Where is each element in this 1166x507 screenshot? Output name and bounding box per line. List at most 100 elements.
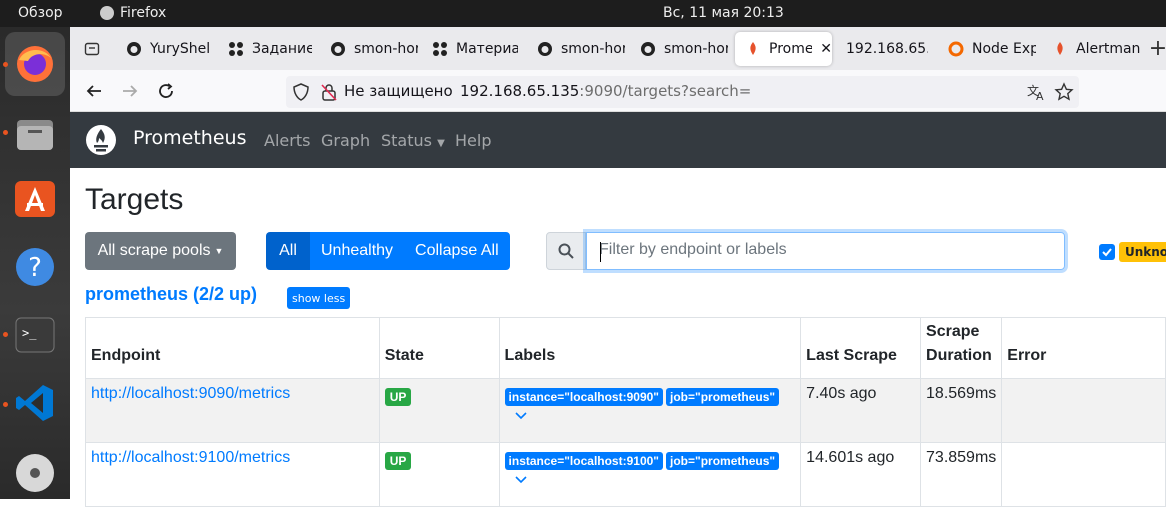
state-cell: UP — [378, 378, 500, 443]
table-row: http://localhost:9100/metrics UP instanc… — [85, 442, 1166, 507]
reload-button[interactable] — [154, 79, 178, 103]
chevron-down-icon[interactable] — [514, 476, 527, 484]
dots-icon — [432, 41, 448, 57]
checkmark-icon — [1102, 248, 1112, 257]
prometheus-navbar: Prometheus Alerts Graph Status ▼ Help — [70, 112, 1166, 168]
firefox-icon — [17, 46, 53, 82]
tab-label: smon-hor — [354, 41, 418, 57]
dock-vscode[interactable] — [11, 379, 59, 427]
search-placeholder: Filter by endpoint or labels — [599, 241, 787, 258]
github-icon — [640, 41, 656, 57]
dock-terminal[interactable]: >_ — [11, 311, 59, 359]
endpoint-cell: http://localhost:9100/metrics — [85, 442, 380, 507]
not-secure-label[interactable]: Не защищено — [344, 82, 453, 100]
caret-down-icon: ▼ — [214, 246, 224, 256]
nav-help[interactable]: Help — [455, 131, 491, 150]
tab-label: Материа — [456, 41, 518, 57]
state-cell: UP — [378, 442, 500, 507]
unknown-badge[interactable]: Unknown — [1119, 242, 1166, 262]
tab-label: YuryShel — [150, 41, 211, 57]
running-indicator — [3, 130, 8, 135]
vscode-icon — [16, 385, 53, 421]
tab-label: Alertman — [1076, 41, 1140, 57]
state-badge: UP — [384, 452, 412, 470]
last-scrape-cell: 7.40s ago — [800, 378, 922, 443]
tab-close-icon[interactable]: ✕ — [820, 41, 832, 57]
translate-icon[interactable]: 文A — [1026, 82, 1046, 106]
dock-help[interactable]: ? — [11, 243, 59, 291]
browser-tab[interactable]: smon-hor — [320, 32, 418, 66]
browser-tab[interactable]: smon-hor — [527, 32, 625, 66]
label-badge: instance="localhost:9090" — [504, 388, 663, 406]
svg-text:?: ? — [28, 253, 42, 283]
prometheus-logo-icon[interactable] — [85, 124, 117, 160]
reload-icon — [159, 83, 173, 98]
url-text[interactable]: 192.168.65.135:9090/targets?search= — [460, 82, 751, 100]
endpoint-link[interactable]: http://localhost:9090/metrics — [91, 385, 290, 402]
nav-graph[interactable]: Graph — [321, 131, 370, 150]
new-tab-button[interactable]: + — [1146, 36, 1166, 61]
targets-table: Endpoint State Labels Last Scrape Scrape… — [85, 317, 1166, 507]
scrape-pools-dropdown[interactable]: All scrape pools ▼ — [85, 232, 236, 270]
back-button[interactable] — [82, 79, 106, 103]
dock-files[interactable] — [11, 110, 59, 158]
firefox-view-button[interactable] — [80, 37, 104, 61]
chevron-down-icon[interactable] — [514, 412, 527, 420]
nav-status[interactable]: Status ▼ — [381, 131, 445, 150]
nav-status-label: Status — [381, 131, 432, 150]
prometheus-brand[interactable]: Prometheus — [133, 127, 246, 149]
running-indicator — [3, 332, 8, 337]
forward-button[interactable] — [118, 79, 142, 103]
firefox-view-icon — [84, 42, 100, 56]
prometheus-icon — [1052, 41, 1068, 57]
tracking-shield-icon[interactable] — [292, 83, 310, 105]
text-cursor — [600, 242, 601, 262]
running-indicator — [3, 62, 8, 67]
endpoint-cell: http://localhost:9090/metrics — [85, 378, 380, 443]
state-badge: UP — [384, 388, 412, 406]
show-less-button[interactable]: show less — [287, 287, 351, 309]
app-center-icon — [15, 181, 55, 217]
browser-tab[interactable]: Задание — [218, 32, 316, 66]
page-title: Targets — [85, 183, 184, 216]
filter-unhealthy-button[interactable]: Unhealthy — [310, 232, 405, 270]
github-icon — [537, 41, 553, 57]
search-icon-box — [546, 232, 586, 270]
scrape-pool-title[interactable]: prometheus (2/2 up) — [85, 284, 257, 305]
labels-cell: instance="localhost:9100" job="prometheus… — [498, 442, 802, 507]
dock-firefox[interactable] — [5, 32, 65, 96]
browser-tab-active[interactable]: Prome ✕ — [735, 32, 832, 66]
collapse-all-button[interactable]: Collapse All — [404, 232, 510, 270]
insecure-lock-icon[interactable] — [320, 83, 338, 105]
browser-tab[interactable]: Alertman — [1042, 32, 1140, 66]
activities-button[interactable]: Обзор — [18, 5, 63, 21]
browser-tab[interactable]: Node Exp — [938, 32, 1036, 66]
caret-down-icon: ▼ — [437, 138, 445, 149]
endpoint-link[interactable]: http://localhost:9100/metrics — [91, 449, 290, 466]
browser-tab[interactable]: smon-hor — [630, 32, 728, 66]
dots-icon — [228, 41, 244, 57]
clock[interactable]: Вс, 11 мая 20:13 — [663, 5, 784, 21]
nav-alerts[interactable]: Alerts — [264, 131, 310, 150]
table-header-row: Endpoint State Labels Last Scrape Scrape… — [85, 317, 1166, 379]
error-cell — [1001, 442, 1166, 507]
browser-tab[interactable]: 192.168.65.1 — [836, 32, 930, 66]
github-icon — [126, 41, 142, 57]
bookmark-star-icon[interactable] — [1054, 82, 1074, 106]
help-icon: ? — [16, 248, 54, 286]
page-content: Targets All scrape pools ▼ All Unhealthy… — [70, 168, 1166, 507]
dock-app-center[interactable] — [11, 175, 59, 223]
unknown-filter-checkbox[interactable] — [1099, 244, 1115, 260]
active-app-label: Firefox — [120, 5, 167, 21]
url-bar[interactable]: Не защищено 192.168.65.135:9090/targets?… — [286, 76, 1079, 108]
error-cell — [1001, 378, 1166, 443]
labels-cell: instance="localhost:9090" job="prometheus… — [498, 378, 802, 443]
browser-tab[interactable]: Материа — [422, 32, 520, 66]
active-app-menu[interactable]: Firefox — [100, 5, 166, 21]
firefox-icon — [100, 6, 114, 20]
svg-text:>_: >_ — [22, 326, 37, 340]
search-input[interactable]: Filter by endpoint or labels — [586, 232, 1065, 270]
filter-all-button[interactable]: All — [266, 232, 310, 270]
browser-tab[interactable]: YuryShel — [116, 32, 214, 66]
dock-disc[interactable] — [11, 449, 59, 497]
